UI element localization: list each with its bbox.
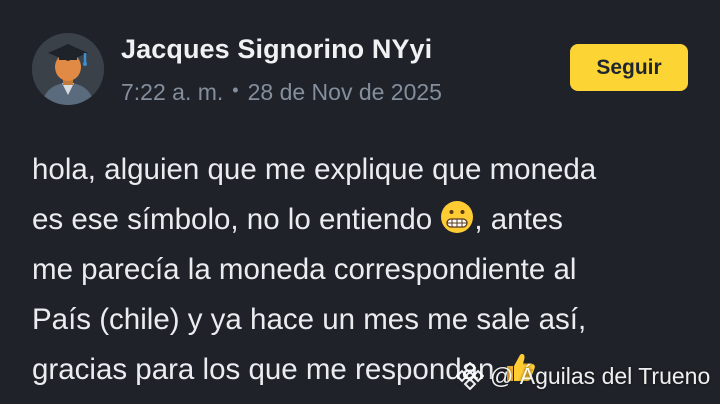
post-body-segment: es ese símbolo, no lo entiendo	[32, 203, 441, 236]
follow-button[interactable]: Seguir	[570, 44, 688, 91]
post-body-line: País (chile) y ya hace un mes me sale as…	[32, 303, 587, 336]
post-body-line: me parecía la moneda correspondiente al	[32, 253, 577, 286]
meta-separator: •	[232, 80, 239, 100]
watermark: @ Águilas del Trueno	[456, 362, 710, 390]
grimacing-face-icon	[440, 200, 474, 234]
binance-logo-icon	[456, 362, 484, 390]
post-body-line: es ese símbolo, no lo entiendo , antes	[32, 195, 702, 245]
post-date: 28 de Nov de 2025	[247, 79, 442, 105]
post-time: 7:22 a. m.	[121, 79, 224, 105]
post-body-segment: , antes	[474, 203, 563, 236]
post-body-line: hola, alguien que me explique que moneda	[32, 153, 597, 186]
post-body: hola, alguien que me explique que moneda…	[32, 145, 702, 395]
graduate-avatar-icon	[32, 33, 104, 105]
post-meta: 7:22 a. m. • 28 de Nov de 2025	[121, 79, 442, 106]
author-name[interactable]: Jacques Signorino NYyi	[121, 34, 432, 65]
post-body-segment: gracias para los que me respondan	[32, 353, 503, 386]
watermark-text: @ Águilas del Trueno	[490, 362, 711, 389]
avatar[interactable]	[32, 33, 104, 105]
post-card: Jacques Signorino NYyi 7:22 a. m. • 28 d…	[0, 0, 720, 404]
